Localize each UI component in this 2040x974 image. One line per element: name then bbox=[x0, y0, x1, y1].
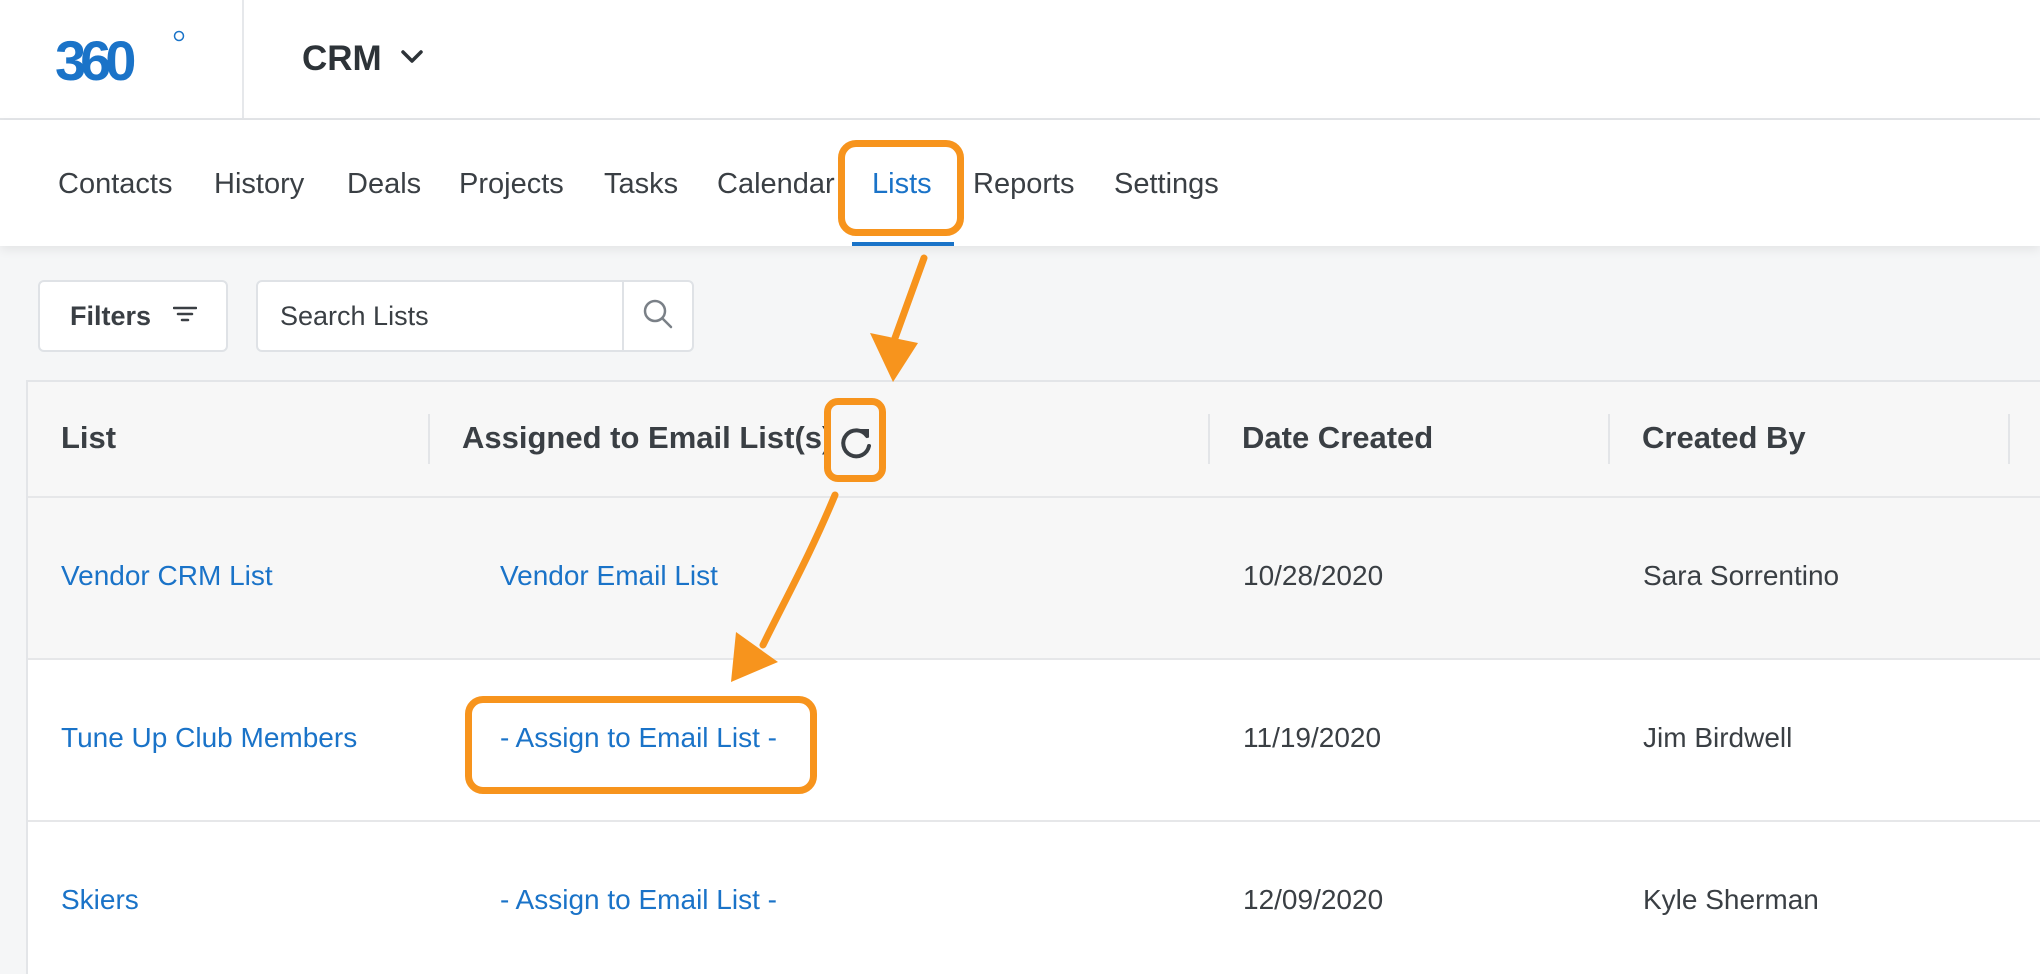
nav-tab-history[interactable]: History bbox=[214, 168, 304, 201]
top-bar: 360 CRM bbox=[0, 0, 2040, 120]
list-name-link[interactable]: Vendor CRM List bbox=[61, 560, 273, 592]
nav-tab-lists[interactable]: Lists bbox=[872, 168, 932, 201]
filters-button[interactable]: Filters bbox=[38, 280, 228, 352]
search-input[interactable] bbox=[258, 282, 622, 350]
table-row: Skiers - Assign to Email List - 12/09/20… bbox=[28, 822, 2040, 974]
app-switcher[interactable]: CRM bbox=[302, 36, 424, 82]
column-separator bbox=[428, 414, 430, 464]
main-nav: Contacts History Deals Projects Tasks Ca… bbox=[0, 120, 2040, 246]
assign-to-email-list-link[interactable]: - Assign to Email List - bbox=[500, 884, 777, 916]
nav-tab-projects[interactable]: Projects bbox=[459, 168, 564, 201]
nav-tab-reports[interactable]: Reports bbox=[973, 168, 1075, 201]
table-row: Vendor CRM List Vendor Email List 10/28/… bbox=[28, 498, 2040, 660]
lists-table: List Assigned to Email List(s) Date Crea… bbox=[26, 380, 2040, 974]
search-icon bbox=[642, 298, 674, 335]
column-separator bbox=[2008, 414, 2010, 464]
search-box bbox=[256, 280, 694, 352]
nav-tab-settings[interactable]: Settings bbox=[1114, 168, 1219, 201]
company-logo[interactable]: 360 bbox=[55, 28, 185, 92]
chevron-down-icon bbox=[400, 49, 424, 70]
logo-divider bbox=[242, 0, 244, 118]
assigned-email-list-link[interactable]: Vendor Email List bbox=[500, 560, 718, 592]
column-header-assigned[interactable]: Assigned to Email List(s) bbox=[462, 420, 832, 456]
assign-to-email-list-link[interactable]: - Assign to Email List - bbox=[500, 722, 777, 754]
created-by: Sara Sorrentino bbox=[1643, 560, 1840, 591]
filter-icon bbox=[172, 304, 198, 329]
column-separator bbox=[1608, 414, 1610, 464]
created-by: Kyle Sherman bbox=[1643, 884, 1819, 915]
filters-label: Filters bbox=[70, 300, 152, 331]
nav-tab-contacts[interactable]: Contacts bbox=[58, 168, 172, 201]
nav-tab-calendar[interactable]: Calendar bbox=[717, 168, 835, 201]
nav-tab-deals[interactable]: Deals bbox=[347, 168, 421, 201]
list-name-link[interactable]: Tune Up Club Members bbox=[61, 722, 357, 754]
app-name: CRM bbox=[302, 39, 382, 78]
active-tab-indicator bbox=[852, 242, 954, 246]
arrow-head-icon bbox=[870, 333, 918, 382]
nav-tab-tasks[interactable]: Tasks bbox=[604, 168, 678, 201]
table-header: List Assigned to Email List(s) Date Crea… bbox=[28, 382, 2040, 498]
created-by: Jim Birdwell bbox=[1643, 722, 1793, 753]
svg-text:360: 360 bbox=[55, 29, 134, 90]
search-button[interactable] bbox=[622, 282, 692, 350]
column-header-date-created[interactable]: Date Created bbox=[1242, 420, 1433, 456]
refresh-icon[interactable] bbox=[836, 422, 876, 462]
column-separator bbox=[1208, 414, 1210, 464]
list-name-link[interactable]: Skiers bbox=[61, 884, 139, 916]
date-created: 11/19/2020 bbox=[1243, 722, 1382, 753]
column-header-list[interactable]: List bbox=[61, 420, 116, 456]
table-row: Tune Up Club Members - Assign to Email L… bbox=[28, 660, 2040, 822]
date-created: 10/28/2020 bbox=[1243, 560, 1384, 591]
column-header-created-by[interactable]: Created By bbox=[1642, 420, 1806, 456]
date-created: 12/09/2020 bbox=[1243, 884, 1384, 915]
